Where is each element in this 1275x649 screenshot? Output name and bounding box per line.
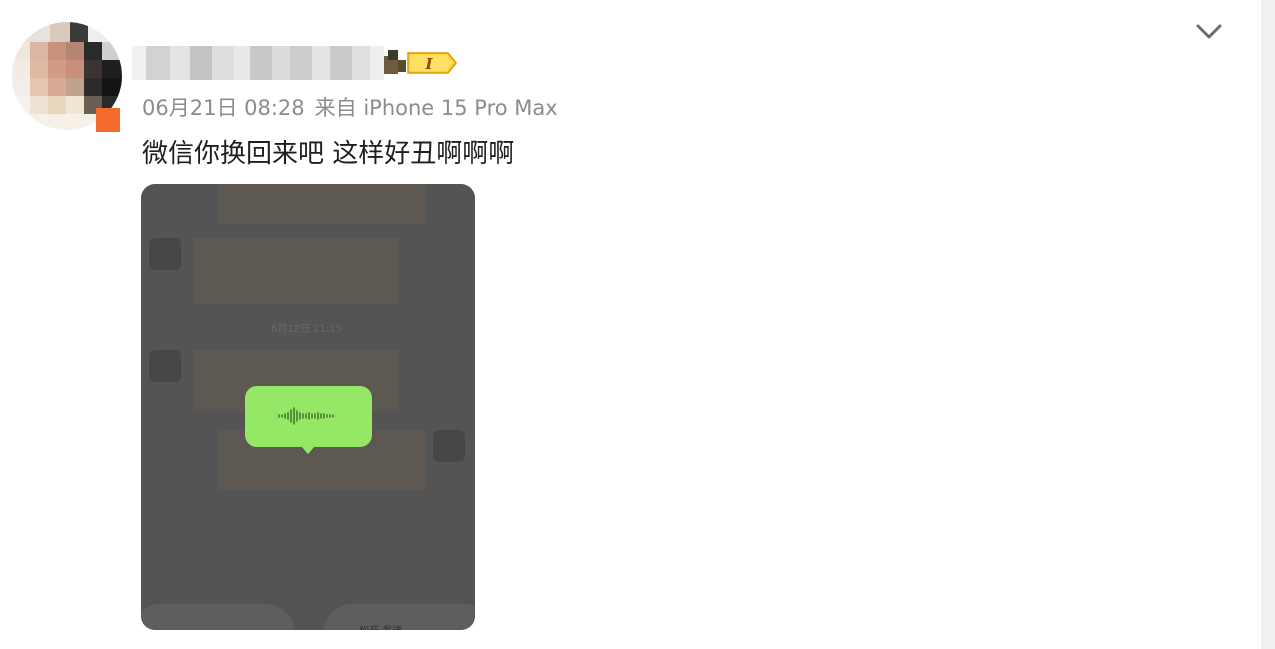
- ghost-message: [219, 184, 425, 224]
- vip-level-label: I: [424, 55, 433, 73]
- scrollbar-track[interactable]: [1261, 0, 1275, 649]
- chevron-down-icon[interactable]: [1192, 20, 1226, 44]
- release-to-send-label: 松开 发送: [359, 622, 402, 630]
- ghost-message: [193, 238, 399, 304]
- post-source: 来自 iPhone 15 Pro Max: [314, 96, 558, 120]
- post-timestamp[interactable]: 06月21日 08:28: [142, 96, 305, 120]
- vip-level-badge-icon: I: [384, 50, 457, 74]
- ghost-avatar: [433, 430, 465, 462]
- voice-recording-bubble: [245, 386, 372, 454]
- username-redacted[interactable]: [132, 46, 384, 80]
- chat-timestamp: 6月12日 21:15: [271, 324, 343, 335]
- ghost-avatar: [149, 350, 181, 382]
- post-meta: 06月21日 08:28 来自 iPhone 15 Pro Max: [142, 92, 558, 122]
- ghost-avatar: [149, 238, 181, 270]
- post-text: 微信你换回来吧 这样好丑啊啊啊: [142, 139, 515, 169]
- cancel-recording-button[interactable]: [141, 604, 295, 630]
- post-image[interactable]: 6月12日 21:15: [141, 184, 475, 630]
- waveform-icon: [278, 407, 334, 425]
- avatar-verified-badge: [96, 108, 120, 132]
